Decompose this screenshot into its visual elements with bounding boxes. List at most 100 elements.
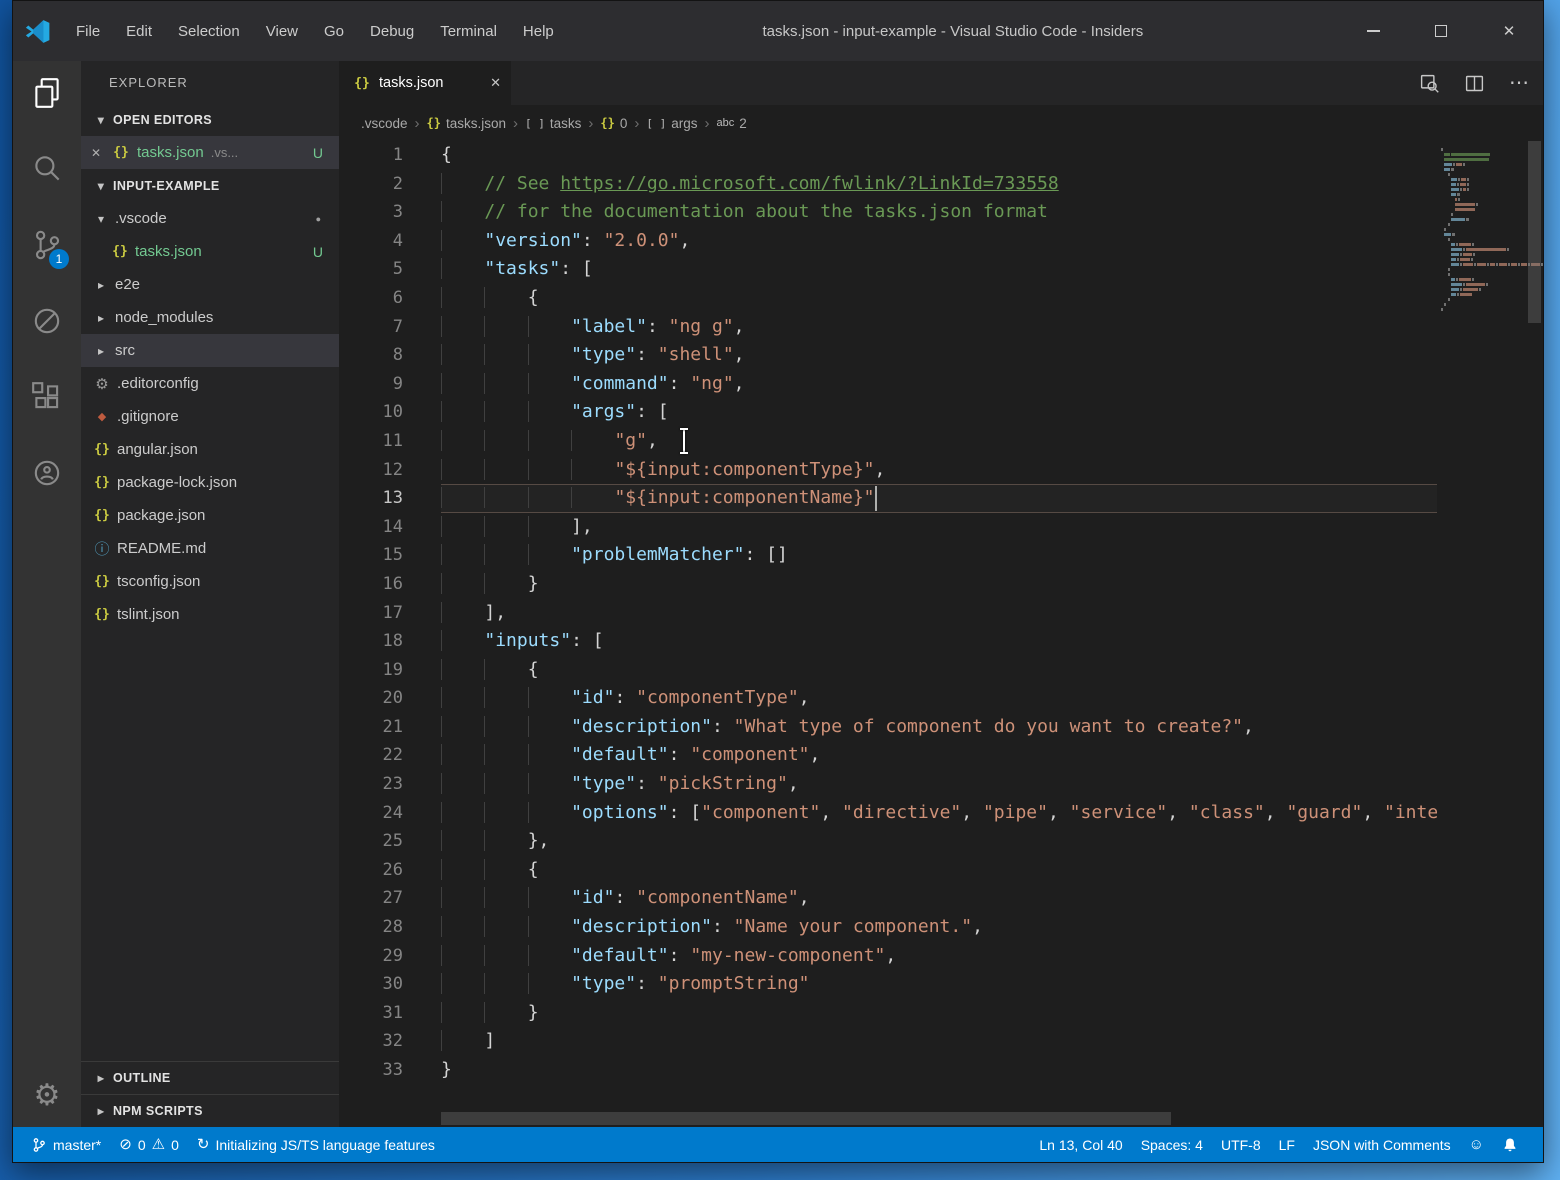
- tree-item-package-lock-json[interactable]: {}package-lock.json: [81, 466, 339, 499]
- error-icon: ⊘: [119, 1137, 132, 1152]
- code-line[interactable]: 12 "${input:componentType}",: [339, 456, 1437, 485]
- code-line[interactable]: 7 "label": "ng g",: [339, 313, 1437, 342]
- code-line[interactable]: 18 "inputs": [: [339, 627, 1437, 656]
- menu-go[interactable]: Go: [311, 1, 357, 61]
- breadcrumb-item-args[interactable]: [ ]args: [646, 116, 697, 131]
- horizontal-scrollbar[interactable]: [339, 1112, 1437, 1125]
- cursor-position-item[interactable]: Ln 13, Col 40: [1039, 1127, 1131, 1162]
- code-line[interactable]: 13 "${input:componentName}": [339, 484, 1437, 513]
- tree-item-angular-json[interactable]: {}angular.json: [81, 433, 339, 466]
- menu-help[interactable]: Help: [510, 1, 567, 61]
- encoding-item[interactable]: UTF-8: [1212, 1127, 1270, 1162]
- close-window-button[interactable]: ✕: [1475, 1, 1543, 61]
- code-line[interactable]: 9 "command": "ng",: [339, 370, 1437, 399]
- tab-tasks-json[interactable]: {} tasks.json ✕: [339, 61, 511, 105]
- breadcrumb-item-vscode[interactable]: .vscode: [361, 116, 408, 131]
- tree-item-e2e[interactable]: ▸e2e: [81, 268, 339, 301]
- code-line[interactable]: 19 {: [339, 656, 1437, 685]
- code-line[interactable]: 10 "args": [: [339, 398, 1437, 427]
- code-line[interactable]: 14 ],: [339, 513, 1437, 542]
- tree-item-package-json[interactable]: {}package.json: [81, 499, 339, 532]
- open-editors-header[interactable]: ▾ OPEN EDITORS: [81, 103, 339, 136]
- code-line[interactable]: 1{: [339, 141, 1437, 170]
- code-line[interactable]: 25 },: [339, 827, 1437, 856]
- search-icon[interactable]: [29, 151, 65, 187]
- code-line[interactable]: 11 "g",: [339, 427, 1437, 456]
- code-line[interactable]: 30 "type": "promptString": [339, 970, 1437, 999]
- split-editor-icon[interactable]: [1464, 73, 1485, 94]
- tree-item-gitignore[interactable]: ◆.gitignore: [81, 400, 339, 433]
- breadcrumb-item-tasks[interactable]: [ ]tasks: [525, 116, 581, 131]
- eol-item[interactable]: LF: [1270, 1127, 1304, 1162]
- tree-item-readme-md[interactable]: ⓘREADME.md: [81, 532, 339, 565]
- menu-selection[interactable]: Selection: [165, 1, 253, 61]
- maximize-button[interactable]: [1407, 1, 1475, 61]
- git-branch-item[interactable]: master*: [31, 1127, 110, 1162]
- tree-item-tsconfig-json[interactable]: {}tsconfig.json: [81, 565, 339, 598]
- code-line[interactable]: 15 "problemMatcher": []: [339, 541, 1437, 570]
- outline-section-header[interactable]: ▸ OUTLINE: [81, 1061, 339, 1094]
- code-line[interactable]: 5 "tasks": [: [339, 255, 1437, 284]
- menu-file[interactable]: File: [63, 1, 113, 61]
- open-changes-icon[interactable]: [1419, 73, 1440, 94]
- problems-item[interactable]: ⊘ 0 ⚠ 0: [110, 1127, 188, 1162]
- debug-icon[interactable]: [29, 303, 65, 339]
- manage-gear-icon[interactable]: ⚙: [34, 1081, 61, 1111]
- minimap-line: [1441, 208, 1523, 211]
- code-area[interactable]: 1{2 // See https://go.microsoft.com/fwli…: [339, 141, 1543, 1127]
- menu-debug[interactable]: Debug: [357, 1, 427, 61]
- close-editor-icon[interactable]: ✕: [91, 146, 105, 160]
- code-line[interactable]: 22 "default": "component",: [339, 741, 1437, 770]
- code-line[interactable]: 27 "id": "componentName",: [339, 884, 1437, 913]
- code-line[interactable]: 28 "description": "Name your component."…: [339, 913, 1437, 942]
- tree-item-node-modules[interactable]: ▸node_modules: [81, 301, 339, 334]
- code-line[interactable]: 6 {: [339, 284, 1437, 313]
- indentation-item[interactable]: Spaces: 4: [1132, 1127, 1212, 1162]
- extra-extension-view-icon[interactable]: [29, 455, 65, 491]
- breadcrumb-item-tasks-json[interactable]: {}tasks.json: [427, 116, 506, 131]
- menu-view[interactable]: View: [253, 1, 311, 61]
- more-actions-icon[interactable]: ⋯: [1509, 73, 1529, 93]
- feedback-smiley-icon[interactable]: ☺: [1460, 1127, 1493, 1162]
- workspace-root-header[interactable]: ▾ INPUT-EXAMPLE: [81, 169, 339, 202]
- language-status-item[interactable]: ↻ Initializing JS/TS language features: [188, 1127, 444, 1162]
- code-line[interactable]: 4 "version": "2.0.0",: [339, 227, 1437, 256]
- menu-terminal[interactable]: Terminal: [427, 1, 510, 61]
- npm-scripts-section-header[interactable]: ▸ NPM SCRIPTS: [81, 1094, 339, 1127]
- code-line[interactable]: 33}: [339, 1056, 1437, 1085]
- breadcrumb-item-0[interactable]: {}0: [600, 116, 627, 131]
- code-line[interactable]: 24 "options": ["component", "directive",…: [339, 799, 1437, 828]
- code-line[interactable]: 16 }: [339, 570, 1437, 599]
- language-mode-item[interactable]: JSON with Comments: [1304, 1127, 1460, 1162]
- code-line[interactable]: 2 // See https://go.microsoft.com/fwlink…: [339, 170, 1437, 199]
- vertical-scrollbar[interactable]: [1528, 141, 1541, 323]
- code-line[interactable]: 17 ],: [339, 599, 1437, 628]
- editorconfig-file-icon: ⚙: [93, 375, 111, 393]
- code-line[interactable]: 8 "type": "shell",: [339, 341, 1437, 370]
- minimap-line: [1441, 198, 1523, 201]
- explorer-view-icon[interactable]: [29, 75, 65, 111]
- extensions-icon[interactable]: [29, 379, 65, 415]
- code-line[interactable]: 23 "type": "pickString",: [339, 770, 1437, 799]
- tree-item-editorconfig[interactable]: ⚙.editorconfig: [81, 367, 339, 400]
- code-line[interactable]: 31 }: [339, 999, 1437, 1028]
- minimize-button[interactable]: [1339, 1, 1407, 61]
- menu-edit[interactable]: Edit: [113, 1, 165, 61]
- code-line[interactable]: 3 // for the documentation about the tas…: [339, 198, 1437, 227]
- code-line[interactable]: 21 "description": "What type of componen…: [339, 713, 1437, 742]
- tree-item-tslint-json[interactable]: {}tslint.json: [81, 598, 339, 631]
- tree-item-vscode[interactable]: ▾.vscode●: [81, 202, 339, 235]
- code-line[interactable]: 32 ]: [339, 1027, 1437, 1056]
- code-line[interactable]: 29 "default": "my-new-component",: [339, 942, 1437, 971]
- notifications-bell-icon[interactable]: [1493, 1127, 1527, 1162]
- code-line[interactable]: 26 {: [339, 856, 1437, 885]
- tree-item-tasks-json[interactable]: {}tasks.jsonU: [81, 235, 339, 268]
- source-control-icon[interactable]: 1: [29, 227, 65, 263]
- tree-item-src[interactable]: ▸src: [81, 334, 339, 367]
- code-line[interactable]: 20 "id": "componentType",: [339, 684, 1437, 713]
- minimap[interactable]: [1437, 141, 1523, 1127]
- close-tab-icon[interactable]: ✕: [490, 75, 501, 91]
- horizontal-scrollbar-thumb[interactable]: [441, 1112, 1171, 1125]
- breadcrumb-item-2[interactable]: abc2: [717, 116, 747, 131]
- open-editor-item-tasks-json[interactable]: ✕ {} tasks.json .vs... U: [81, 136, 339, 169]
